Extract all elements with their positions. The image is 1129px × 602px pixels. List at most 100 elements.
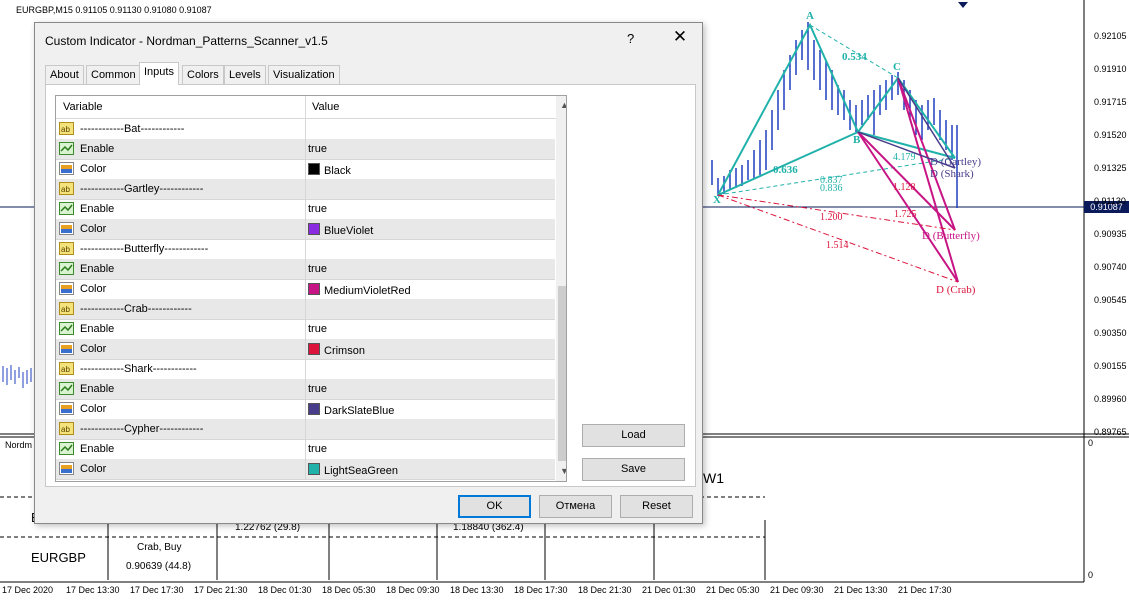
price-tick: 0.90350 (1094, 328, 1127, 338)
ratio-label: 1.128 (893, 182, 916, 193)
tab-common[interactable]: Common (86, 65, 141, 84)
input-value[interactable]: true (308, 203, 327, 215)
svg-text:ab: ab (61, 365, 70, 374)
input-row[interactable]: ab ------------Gartley------------ (56, 179, 555, 200)
ratio-label: 0.636 (773, 164, 798, 176)
input-variable-name: ------------Bat------------ (80, 123, 185, 135)
input-row[interactable]: Enable true (56, 439, 555, 460)
column-value[interactable]: Value (312, 101, 339, 113)
input-variable-name: ------------Gartley------------ (80, 183, 204, 195)
price-tick: 0.91910 (1094, 64, 1127, 74)
price-tick: 0.90545 (1094, 295, 1127, 305)
time-tick: 18 Dec 13:30 (450, 585, 504, 595)
time-tick: 21 Dec 17:30 (898, 585, 952, 595)
input-value[interactable]: true (308, 383, 327, 395)
price-tick: 0.90935 (1094, 229, 1127, 239)
input-row[interactable]: Enable true (56, 319, 555, 340)
pattern-point-a: A (806, 10, 814, 22)
color-type-icon (59, 462, 74, 475)
indicator-window-label: Nordm (5, 440, 33, 450)
time-tick: 21 Dec 05:30 (706, 585, 760, 595)
input-variable-name: Color (80, 223, 107, 235)
inputs-tab-panel: Variable Value ab ------------Bat--------… (45, 84, 696, 487)
svg-text:ab: ab (61, 245, 70, 254)
bool-type-icon (59, 202, 74, 215)
pattern-point-x: X (713, 194, 721, 206)
color-type-icon (59, 402, 74, 415)
price-tick: 0.91520 (1094, 130, 1127, 140)
price-tick: 0.91130 (1094, 196, 1126, 206)
input-variable-name: ------------Butterfly------------ (80, 243, 209, 255)
price-tick: 0.92105 (1094, 31, 1127, 41)
ratio-label: 4.179 (893, 152, 916, 163)
close-icon[interactable]: ✕ (669, 27, 691, 47)
input-row[interactable]: Enable true (56, 139, 555, 160)
ok-button[interactable]: OK (458, 495, 531, 518)
time-tick: 18 Dec 21:30 (578, 585, 632, 595)
tab-visualization[interactable]: Visualization (268, 65, 340, 84)
bool-type-icon (59, 262, 74, 275)
input-row[interactable]: ab ------------Butterfly------------ (56, 239, 555, 260)
input-variable-name: ------------Cypher------------ (80, 423, 204, 435)
input-value[interactable]: Crimson (308, 343, 365, 357)
time-tick: 17 Dec 13:30 (66, 585, 120, 595)
input-value[interactable]: LightSeaGreen (308, 463, 398, 477)
time-tick: 21 Dec 09:30 (770, 585, 824, 595)
scroll-up-icon[interactable]: ▲ (560, 100, 566, 110)
load-button[interactable]: Load (582, 424, 685, 447)
input-value[interactable]: true (308, 323, 327, 335)
ratio-label: 0.836 (820, 183, 843, 194)
tab-inputs[interactable]: Inputs (139, 62, 179, 85)
scanner-cell-pattern[interactable]: Crab, Buy (137, 542, 181, 553)
chart-symbol-title: EURGBP,M15 0.91105 0.91130 0.91080 0.910… (16, 5, 212, 15)
input-row[interactable]: Color BlueViolet (56, 219, 555, 240)
tab-levels[interactable]: Levels (224, 65, 266, 84)
color-swatch (308, 403, 320, 415)
input-value[interactable]: Black (308, 163, 351, 177)
grid-scrollbar[interactable]: ▲ ▼ (556, 96, 566, 481)
input-value[interactable]: MediumVioletRed (308, 283, 411, 297)
color-type-icon (59, 162, 74, 175)
column-variable[interactable]: Variable (63, 101, 103, 113)
sub-axis-tick: 0 (1088, 570, 1094, 580)
scanner-cell-price[interactable]: 0.90639 (44.8) (126, 561, 191, 572)
save-button[interactable]: Save (582, 458, 685, 481)
input-row[interactable]: Enable true (56, 199, 555, 220)
input-value[interactable]: BlueViolet (308, 223, 373, 237)
input-value[interactable]: DarkSlateBlue (308, 403, 394, 417)
ratio-label: 0.534 (842, 51, 867, 63)
input-row[interactable]: ab ------------Shark------------ (56, 359, 555, 380)
scroll-thumb[interactable] (558, 286, 566, 461)
input-row[interactable]: Color Crimson (56, 339, 555, 360)
svg-text:ab: ab (61, 185, 70, 194)
time-tick: 17 Dec 21:30 (194, 585, 248, 595)
color-value-label: MediumVioletRed (324, 285, 411, 297)
input-row[interactable]: ab ------------Cypher------------ (56, 419, 555, 440)
input-row[interactable]: ab ------------Bat------------ (56, 119, 555, 140)
color-value-label: Black (324, 165, 351, 177)
time-tick: 21 Dec 01:30 (642, 585, 696, 595)
input-row[interactable]: Color MediumVioletRed (56, 279, 555, 300)
input-row[interactable]: ab ------------Crab------------ (56, 299, 555, 320)
time-tick: 17 Dec 2020 (2, 585, 54, 595)
string-type-icon: ab (59, 422, 74, 435)
svg-text:ab: ab (61, 125, 70, 134)
input-row[interactable]: Color Black (56, 159, 555, 180)
scroll-down-icon[interactable]: ▼ (560, 466, 566, 476)
input-row[interactable]: Color DarkSlateBlue (56, 399, 555, 420)
time-tick: 17 Dec 17:30 (130, 585, 184, 595)
input-value[interactable]: true (308, 263, 327, 275)
color-swatch (308, 223, 320, 235)
tab-colors[interactable]: Colors (182, 65, 224, 84)
input-row[interactable]: Enable true (56, 379, 555, 400)
input-variable-name: Color (80, 343, 107, 355)
cancel-button[interactable]: Отмена (539, 495, 612, 518)
tab-about[interactable]: About (45, 65, 84, 84)
input-row[interactable]: Enable true (56, 259, 555, 280)
input-value[interactable]: true (308, 443, 327, 455)
input-row[interactable]: Color LightSeaGreen (56, 459, 555, 480)
input-value[interactable]: true (308, 143, 327, 155)
color-value-label: LightSeaGreen (324, 465, 398, 477)
reset-button[interactable]: Reset (620, 495, 693, 518)
help-button[interactable]: ? (627, 31, 634, 46)
